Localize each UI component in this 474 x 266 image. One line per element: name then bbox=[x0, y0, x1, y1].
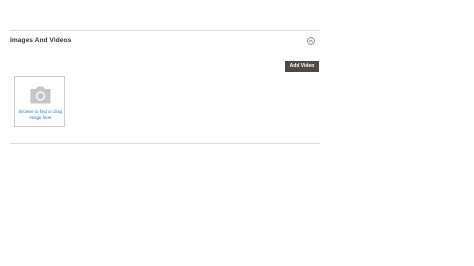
product-media-page: Images And Videos Add Video Browse to fi… bbox=[0, 0, 474, 266]
add-video-button[interactable]: Add Video bbox=[285, 61, 319, 72]
collapse-circle-icon[interactable] bbox=[307, 37, 315, 45]
upload-instructions-link[interactable]: Browse to find or drag image here bbox=[17, 109, 64, 120]
section-bottom-divider bbox=[10, 143, 320, 144]
camera-icon bbox=[30, 86, 51, 104]
section-title: Images And Videos bbox=[10, 37, 72, 44]
image-upload-dropzone[interactable]: Browse to find or drag image here bbox=[14, 76, 65, 127]
images-and-videos-section-header[interactable]: Images And Videos bbox=[10, 31, 320, 51]
